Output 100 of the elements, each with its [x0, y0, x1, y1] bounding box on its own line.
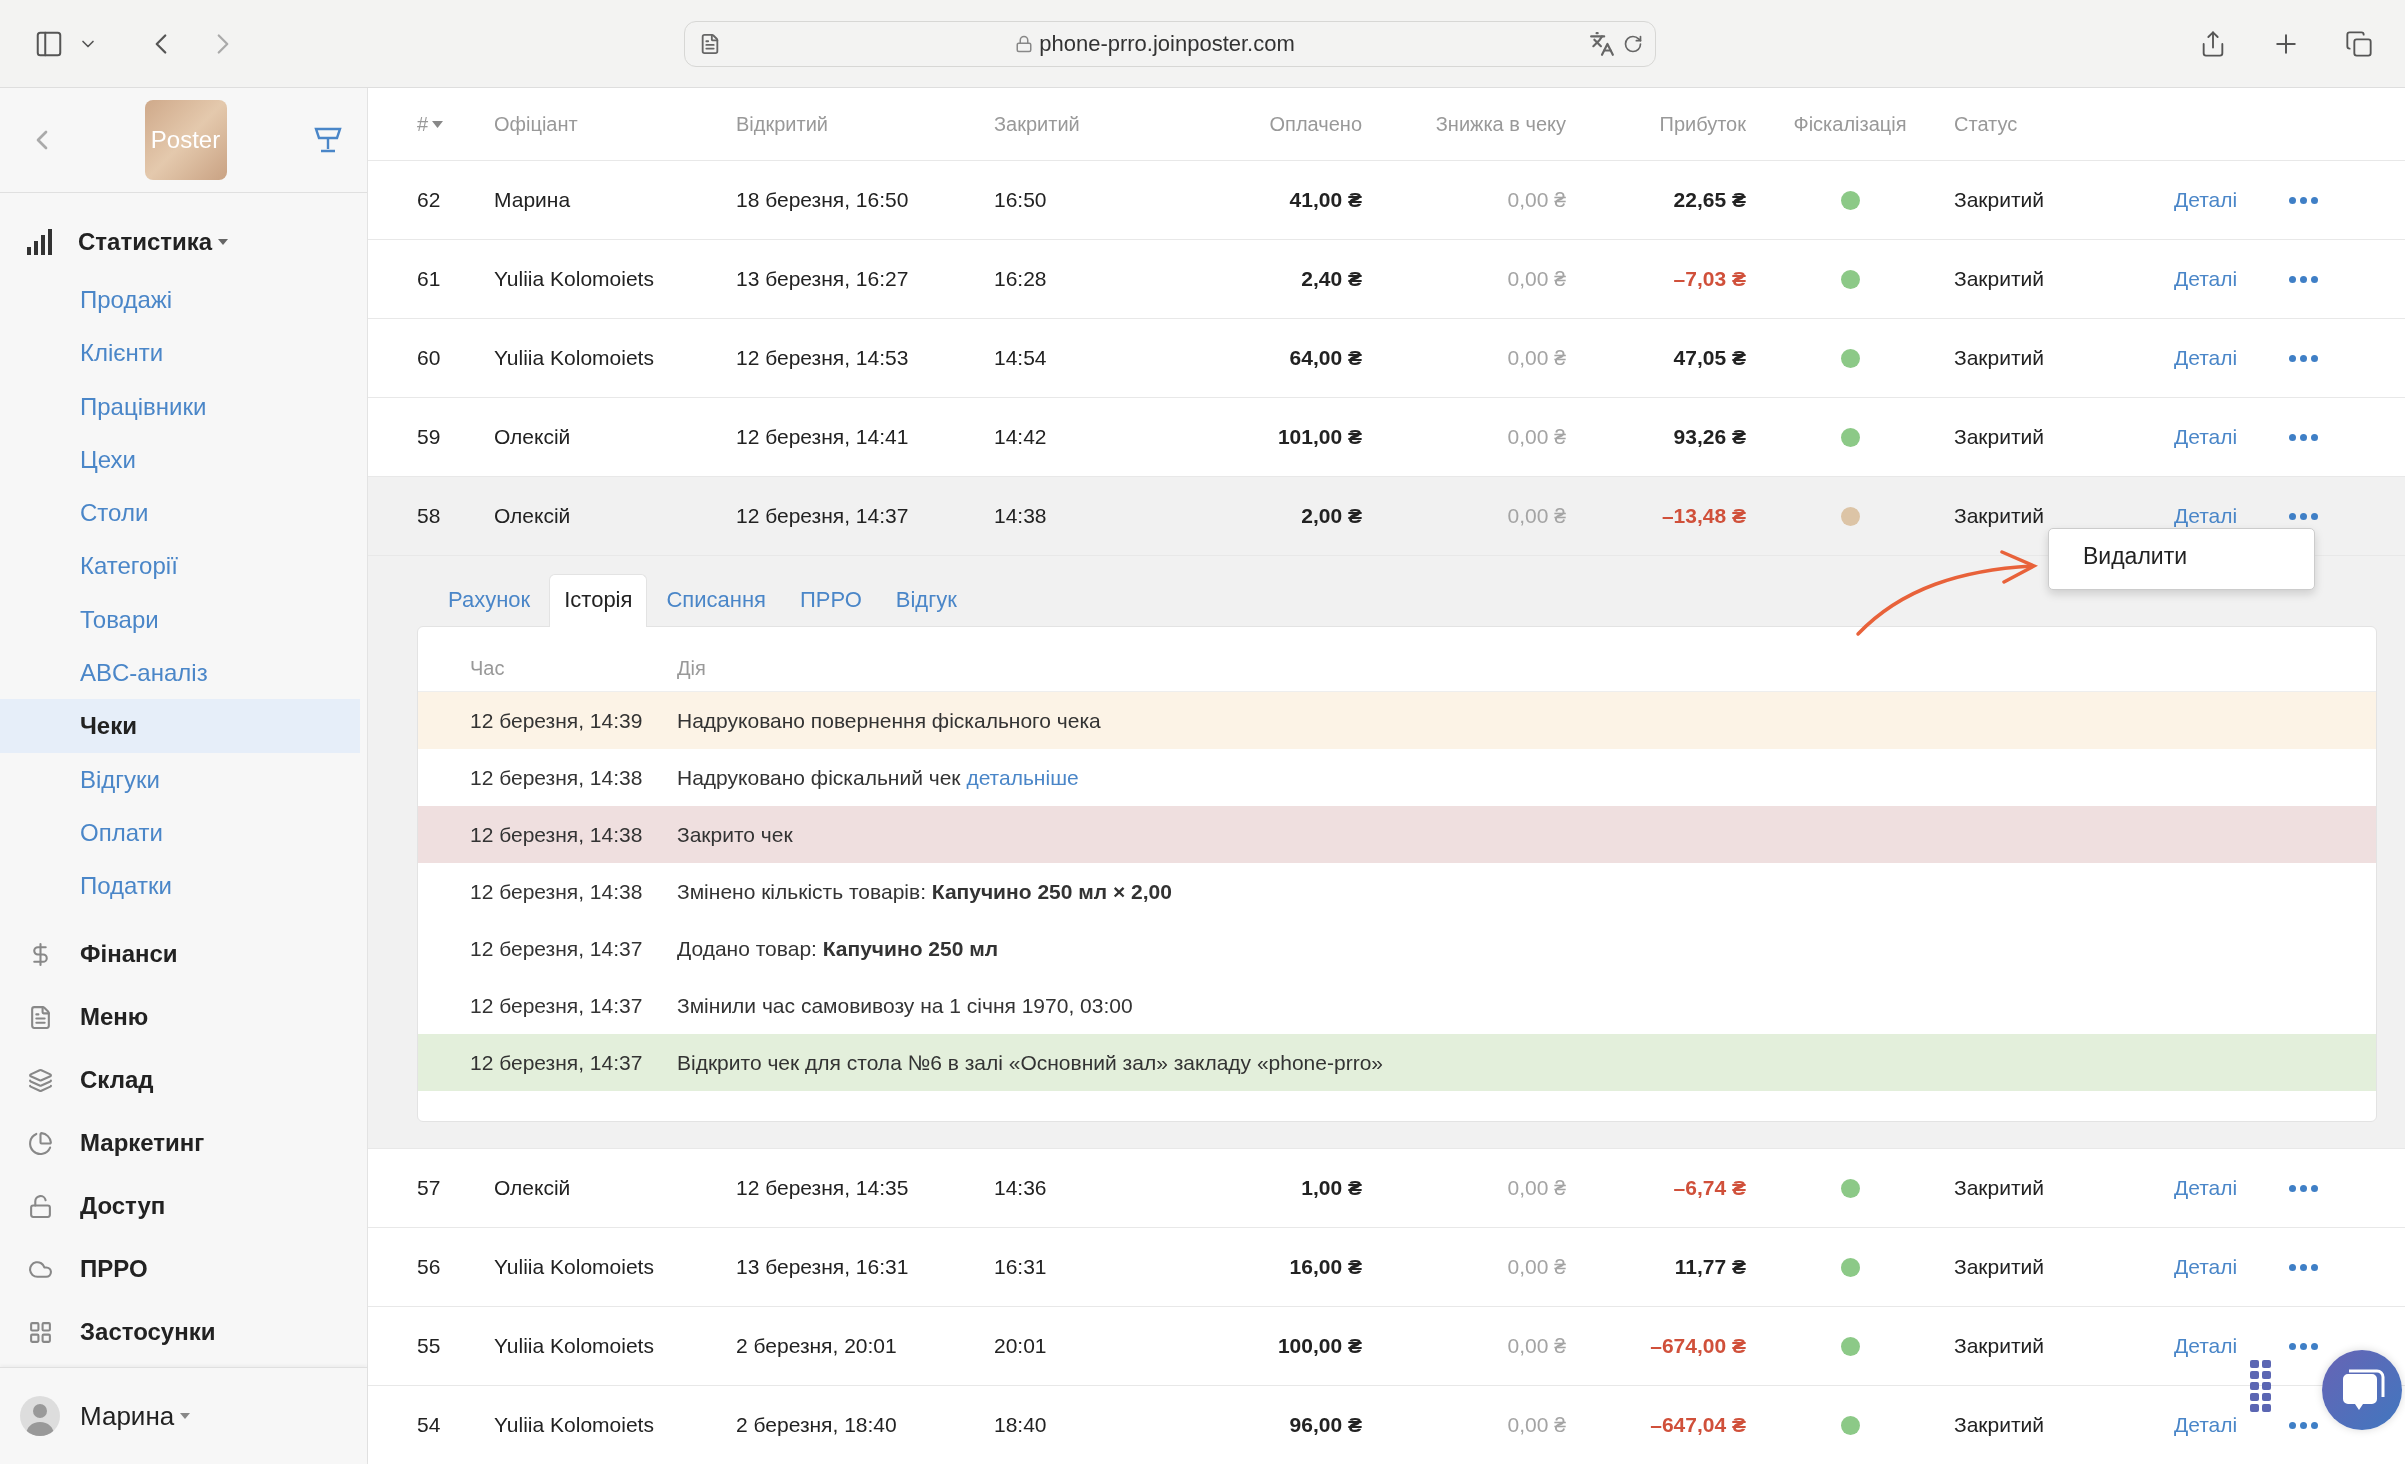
- closed-time: 14:42: [994, 425, 1048, 449]
- document-icon: [28, 1004, 53, 1030]
- column-header: Офіціант: [494, 112, 579, 136]
- more-button[interactable]: [2289, 1421, 2318, 1429]
- opened-time: 12 березня, 14:41: [736, 425, 910, 449]
- waiter-name: Yuliia Kolomoiets: [494, 1334, 655, 1358]
- more-button[interactable]: [2289, 1342, 2318, 1350]
- row-number: 57: [417, 1176, 442, 1200]
- column-header: Оплачено: [1268, 112, 1362, 136]
- nav-item[interactable]: Оплати: [0, 805, 360, 860]
- details-link[interactable]: Деталі: [2174, 267, 2238, 291]
- opened-time: 2 березня, 18:40: [736, 1413, 898, 1437]
- more-button[interactable]: [2289, 512, 2318, 520]
- bar-chart-icon: [26, 229, 52, 255]
- address-bar[interactable]: phone-prro.joinposter.com: [684, 20, 1656, 67]
- closed-time: 14:54: [994, 346, 1048, 370]
- nav-item[interactable]: Фінанси: [0, 922, 367, 986]
- status-text: Закритий: [1954, 504, 2046, 528]
- column-header: Закритий: [994, 112, 1081, 136]
- history-action: Надруковано фіскальний чек детальніше: [677, 765, 1080, 790]
- nav-item[interactable]: ПРРО: [0, 1237, 367, 1301]
- detail-tab[interactable]: Історія: [549, 574, 648, 627]
- user-name[interactable]: Марина: [80, 1400, 175, 1432]
- details-link[interactable]: Деталі: [2174, 1413, 2238, 1437]
- opened-time: 18 березня, 16:50: [736, 188, 910, 212]
- nav-item[interactable]: Столи: [0, 486, 360, 540]
- profit-amount: –647,04 ₴: [1649, 1413, 1746, 1437]
- more-button[interactable]: [2289, 354, 2318, 362]
- more-button[interactable]: [2289, 196, 2318, 204]
- detail-tab[interactable]: Відгук: [880, 574, 972, 627]
- nav-item[interactable]: Клієнти: [0, 326, 360, 380]
- details-link[interactable]: Деталі: [2174, 1255, 2238, 1279]
- nav-label: Фінанси: [80, 940, 178, 969]
- nav-item[interactable]: ABC-аналіз: [0, 646, 360, 700]
- detail-tab[interactable]: Списання: [651, 574, 781, 627]
- page-menu-icon[interactable]: [699, 32, 721, 55]
- details-link[interactable]: Деталі: [2174, 1176, 2238, 1200]
- reload-icon[interactable]: [1623, 33, 1643, 54]
- nav-item[interactable]: Продажі: [0, 273, 360, 327]
- translate-icon[interactable]: [1589, 30, 1615, 57]
- opened-time: 13 березня, 16:31: [736, 1255, 910, 1279]
- details-link[interactable]: Деталі: [2174, 188, 2238, 212]
- nav-item[interactable]: Цехи: [0, 432, 360, 487]
- column-header: Прибуток: [1658, 112, 1746, 136]
- row-number: 56: [417, 1255, 442, 1279]
- waiter-name: Марина: [494, 188, 572, 212]
- nav-item[interactable]: Категорії: [0, 539, 360, 593]
- more-button[interactable]: [2289, 433, 2318, 441]
- pie-chart-icon: [28, 1130, 53, 1156]
- status-text: Закритий: [1954, 1334, 2046, 1358]
- column-header: Знижка в чеку: [1434, 112, 1566, 136]
- nav-item[interactable]: Товари: [0, 592, 360, 647]
- status-text: Закритий: [1954, 188, 2046, 212]
- history-time: 12 березня, 14:39: [470, 708, 644, 733]
- url-text: phone-prro.joinposter.com: [1039, 30, 1295, 57]
- row-number: 61: [417, 267, 442, 291]
- details-link[interactable]: Деталі: [2174, 346, 2238, 370]
- nav-group[interactable]: Статистика: [0, 217, 367, 267]
- row-number: 54: [417, 1413, 442, 1437]
- details-link[interactable]: детальніше: [966, 765, 1079, 789]
- history-time: 12 березня, 14:38: [470, 822, 644, 847]
- nav-label: Меню: [80, 1003, 149, 1032]
- details-link[interactable]: Деталі: [2174, 504, 2238, 528]
- more-button[interactable]: [2289, 1263, 2318, 1271]
- unlock-icon: [28, 1193, 53, 1219]
- nav-label: Застосунки: [80, 1318, 216, 1347]
- nav-group-label: Статистика: [78, 228, 213, 256]
- details-link[interactable]: Деталі: [2174, 1334, 2238, 1358]
- lamp-icon[interactable]: [313, 126, 343, 154]
- avatar-icon: [20, 1396, 60, 1436]
- status-text: Закритий: [1954, 1413, 2046, 1437]
- nav-item[interactable]: Склад: [0, 1048, 367, 1112]
- more-button[interactable]: [2289, 1184, 2318, 1192]
- waiter-name: Yuliia Kolomoiets: [494, 1413, 655, 1437]
- nav-item[interactable]: Доступ: [0, 1174, 367, 1238]
- waiter-name: Олексій: [494, 504, 572, 528]
- status-text: Закритий: [1954, 1176, 2046, 1200]
- detail-tab[interactable]: Рахунок: [433, 574, 546, 627]
- history-time: 12 березня, 14:38: [470, 879, 644, 904]
- caret-icon: [180, 1413, 191, 1419]
- nav-item[interactable]: Маркетинг: [0, 1111, 367, 1175]
- nav-item[interactable]: Меню: [0, 985, 367, 1049]
- details-link[interactable]: Деталі: [2174, 425, 2238, 449]
- nav-item[interactable]: Працівники: [0, 379, 360, 433]
- more-button[interactable]: [2289, 275, 2318, 283]
- history-action: Надруковано повернення фіскального чека: [677, 708, 1102, 733]
- opened-time: 12 березня, 14:35: [736, 1176, 910, 1200]
- paid-amount: 101,00 ₴: [1276, 425, 1362, 449]
- nav-item[interactable]: Податки: [0, 859, 360, 913]
- sort-caret-icon: [432, 120, 444, 128]
- discount-amount: 0,00 ₴: [1506, 1413, 1566, 1437]
- nav-item[interactable]: Застосунки: [0, 1300, 367, 1364]
- paid-amount: 41,00 ₴: [1288, 188, 1362, 212]
- detail-tab[interactable]: ПРРО: [784, 574, 877, 627]
- status-text: Закритий: [1954, 425, 2046, 449]
- nav-item[interactable]: Чеки: [0, 699, 360, 753]
- lock-icon: [1015, 34, 1034, 53]
- row-number: 55: [417, 1334, 442, 1358]
- column-header[interactable]: #: [417, 112, 494, 136]
- nav-item[interactable]: Відгуки: [0, 752, 360, 806]
